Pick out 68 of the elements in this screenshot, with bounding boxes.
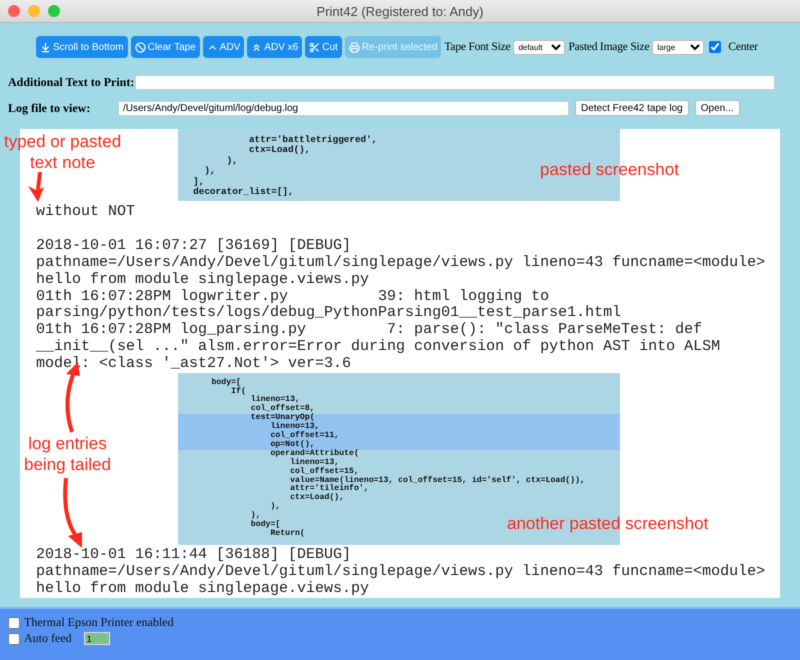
center-label: Center xyxy=(728,41,758,53)
open-button[interactable]: Open... xyxy=(694,100,740,116)
no-entry-icon xyxy=(134,42,146,52)
close-button[interactable] xyxy=(8,5,20,17)
feed-field[interactable]: 1 xyxy=(84,632,110,645)
code-line: col_offset=8, xyxy=(250,405,315,414)
code-line: ), xyxy=(269,503,280,512)
log-file-field[interactable]: /Users/Andy/Devel/gituml/log/debug.log xyxy=(118,100,569,116)
option-checkbox[interactable] xyxy=(8,632,20,644)
annotation-text: typed or pasted xyxy=(4,131,122,152)
code-line: attr='tileinfo', xyxy=(289,485,369,494)
log-line: pathname=/Users/Andy/Devel/gituml/singlepage/views.py lineno=43 funcname=<module> xyxy=(36,564,766,581)
log-line: hello from module singlepage.views.py xyxy=(36,580,370,598)
code-line: ), xyxy=(203,166,216,177)
additional-text-label: Additional Text to Print: xyxy=(8,74,131,90)
annotation-text: pasted screenshot xyxy=(540,159,679,180)
code-line: ctx=Load(), xyxy=(248,145,310,156)
code-line: decorator_list=[], xyxy=(192,187,294,198)
zoom-button[interactable] xyxy=(48,5,60,17)
annotation-text: text note xyxy=(30,152,96,173)
code-line: ctx=Load(), xyxy=(289,494,344,504)
image-size-label: Pasted Image Size xyxy=(568,41,650,53)
code-line: If( xyxy=(230,388,246,396)
log-line: pathname=/Users/Andy/Devel/gituml/singlepage/views.py lineno=43 funcname=<module> xyxy=(36,255,766,272)
arrow-down-to-line-icon xyxy=(40,42,51,52)
code-line: lineno=13, xyxy=(250,396,300,404)
code-line: col_offset=11, xyxy=(269,432,340,440)
code-line: ), xyxy=(250,512,261,520)
log-line: 2018-10-01 16:11:44 [36188] [DEBUG] xyxy=(36,546,352,564)
image-size-select[interactable]: large xyxy=(652,40,704,54)
code-line: value=Name(lineno=13, col_offset=15, id='self', ctx=Load()), xyxy=(289,476,585,485)
option-label: Thermal Epson Printer enabled xyxy=(24,615,174,630)
double-chevron-up-icon xyxy=(251,42,262,52)
detect-button[interactable]: Detect Free42 tape log xyxy=(575,100,689,116)
code-line: body=[ xyxy=(210,378,241,387)
printer-icon xyxy=(348,42,360,52)
log-line: __init__(sel ..." alsm.error=Error during conversion of python AST into ALSM xyxy=(36,339,720,356)
log-line: hello from module singlepage.views.py xyxy=(36,272,370,289)
code-line: ), xyxy=(226,156,238,166)
log-line: 2018-10-01 16:07:27 [36169] [DEBUG] xyxy=(36,238,352,255)
log-line: without NOT xyxy=(36,204,136,222)
log-line: 01th 16:07:28PM logwriter.py 39: html logging to xyxy=(36,288,550,305)
additional-text-field[interactable] xyxy=(135,74,775,90)
annotation-text: being tailed xyxy=(24,454,111,475)
code-line: attr='battletriggered', xyxy=(248,135,378,145)
center-checkbox[interactable] xyxy=(709,41,722,53)
scissors-icon xyxy=(309,42,320,52)
code-line: col_offset=15, xyxy=(289,468,359,476)
font-size-select[interactable]: default xyxy=(513,40,566,54)
code-line: op=Not(), xyxy=(269,440,315,449)
code-line: body=[ xyxy=(250,521,280,530)
window-title: Print42 (Registered to: Andy) xyxy=(316,4,484,18)
font-size-label: Tape Font Size xyxy=(444,41,510,53)
code-line: lineno=13, xyxy=(289,458,340,467)
option-checkbox[interactable] xyxy=(8,616,20,628)
code-line: ], xyxy=(192,176,204,187)
log-file-label: Log file to view: xyxy=(8,100,92,116)
log-line: parsing/python/tests/logs/debug_PythonParsing01__test_parse1.html xyxy=(36,305,622,322)
log-line: model: <class '_ast27.Not'> ver=3.6 xyxy=(36,356,352,373)
annotation-text: another pasted screenshot xyxy=(507,513,708,534)
log-line: 01th 16:07:28PM log_parsing.py 7: parse(): "class ParseMeTest: def xyxy=(36,322,702,339)
code-line: lineno=13, xyxy=(269,423,320,432)
minimize-button[interactable] xyxy=(28,5,40,17)
code-line: test=UnaryOp( xyxy=(250,414,315,422)
option-label: Auto feed xyxy=(24,631,72,646)
code-line: Return( xyxy=(269,530,305,539)
code-line: operand=Attribute( xyxy=(269,450,359,458)
annotation-text: log entries xyxy=(28,433,107,454)
